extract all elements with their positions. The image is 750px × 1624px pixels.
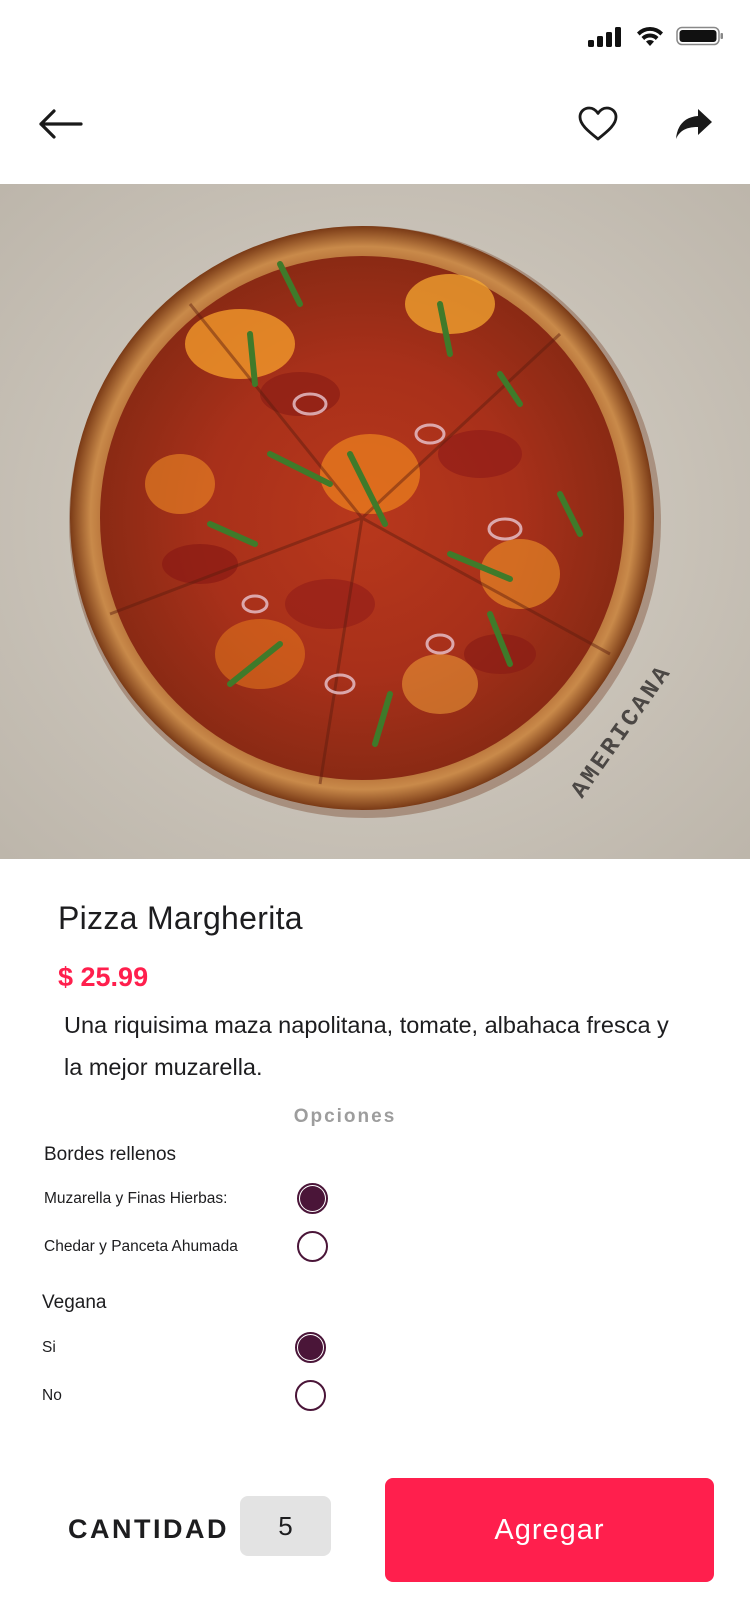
radio-vegana-si[interactable] bbox=[295, 1332, 326, 1363]
back-button[interactable] bbox=[30, 96, 90, 152]
options-header: Opciones bbox=[293, 1106, 397, 1127]
signal-icon bbox=[588, 27, 621, 47]
status-bar bbox=[0, 0, 750, 72]
radio-muzarella-finas-hierbas[interactable] bbox=[297, 1183, 328, 1214]
product-price: $ 25.99 bbox=[58, 962, 149, 992]
favorite-button[interactable] bbox=[572, 96, 624, 152]
option-label: Chedar y Panceta Ahumada bbox=[44, 1238, 238, 1255]
add-to-cart-button[interactable]: Agregar bbox=[385, 1478, 714, 1582]
option-group-title-bordes: Bordes rellenos bbox=[44, 1144, 177, 1165]
option-label: Muzarella y Finas Hierbas: bbox=[44, 1190, 228, 1207]
option-group-title-vegana: Vegana bbox=[42, 1292, 107, 1313]
product-description: Una riquisima maza napolitana, tomate, a… bbox=[64, 1012, 669, 1080]
radio-chedar-panceta[interactable] bbox=[297, 1231, 328, 1262]
wifi-icon bbox=[637, 26, 663, 46]
share-arrow-icon bbox=[676, 109, 712, 139]
quantity-label: CANTIDAD bbox=[68, 1514, 229, 1544]
option-label: Si bbox=[42, 1339, 56, 1356]
radio-vegana-no[interactable] bbox=[295, 1380, 326, 1411]
option-label: No bbox=[42, 1387, 62, 1404]
quantity-input[interactable]: 5 bbox=[240, 1496, 331, 1556]
arrow-left-icon bbox=[39, 109, 83, 139]
heart-icon bbox=[578, 106, 618, 141]
battery-icon bbox=[676, 26, 723, 46]
product-image: AMERICANA bbox=[0, 184, 750, 859]
share-button[interactable] bbox=[668, 96, 720, 152]
product-title: Pizza Margherita bbox=[58, 900, 303, 936]
